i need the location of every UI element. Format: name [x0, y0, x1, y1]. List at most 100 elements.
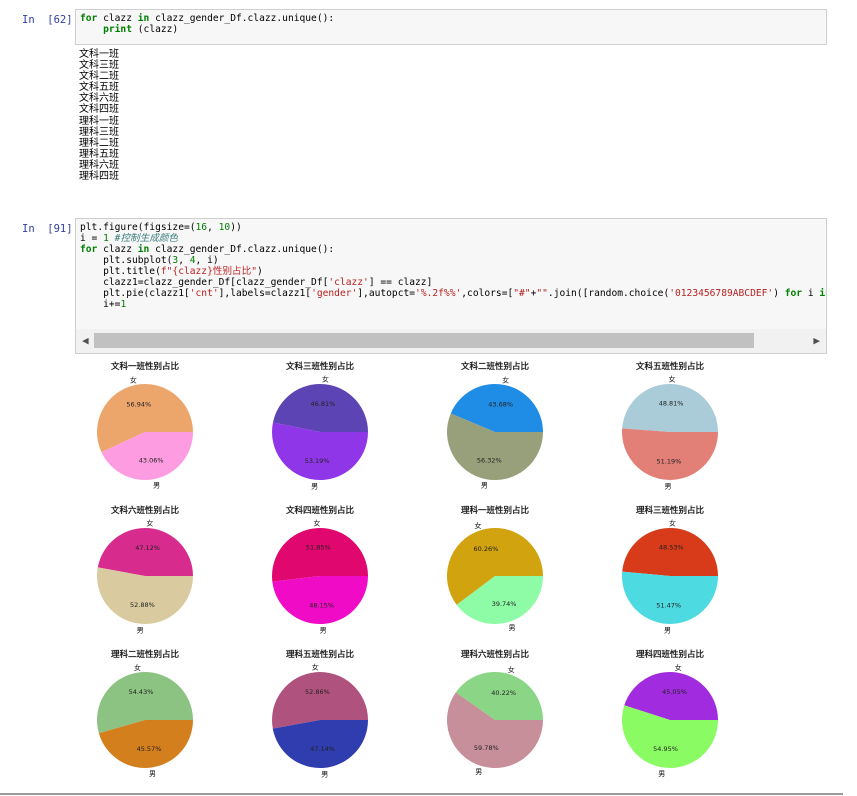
- code-token: ): [257, 266, 263, 277]
- pie-category-label: 男: [475, 768, 482, 776]
- pie-category-label: 女: [130, 376, 137, 385]
- pie-category-label: 男: [665, 483, 672, 491]
- code-token: for: [784, 288, 803, 299]
- code-token: in: [819, 288, 826, 299]
- code-line: for clazz in clazz_gender_Df.clazz.uniqu…: [80, 244, 822, 255]
- pie-slice: [97, 527, 194, 576]
- pie-category-label: 男: [153, 482, 160, 490]
- pie-percent-label: 51.85%: [306, 544, 331, 552]
- pie-category-label: 女: [146, 519, 153, 528]
- pie-percent-label: 60.26%: [474, 545, 499, 553]
- scrollbar-thumb[interactable]: [94, 333, 754, 348]
- pie-percent-label: 45.57%: [137, 745, 162, 753]
- pie-category-label: 男: [321, 771, 328, 779]
- pie-percent-label: 53.19%: [305, 457, 330, 465]
- pie-title: 文科二班性别占比: [461, 361, 530, 372]
- output-line: 文科六班: [79, 93, 119, 105]
- code-token: in: [137, 244, 150, 255]
- pie-percent-label: 47.12%: [135, 544, 160, 552]
- pie-category-label: 女: [502, 375, 509, 384]
- pie-chart: 理科六班性别占比 40.22% 女 59.78% 男: [447, 649, 543, 776]
- code-editor[interactable]: plt.figure(figsize=(16, 10)) i = 1 #控制生成颜…: [76, 219, 826, 313]
- code-token: i+=: [80, 299, 121, 310]
- pie-chart: 理科三班性别占比 48.53% 女 51.47% 男: [622, 505, 718, 635]
- code-token: 10: [218, 222, 231, 233]
- pie-category-label: 男: [658, 770, 665, 778]
- pie-category-label: 女: [313, 518, 320, 527]
- scroll-left-icon[interactable]: ◀: [82, 334, 89, 347]
- code-line: plt.title(f"{clazz}性别占比"): [80, 266, 822, 277]
- pie-percent-label: 51.19%: [657, 457, 682, 465]
- code-cell-91[interactable]: plt.figure(figsize=(16, 10)) i = 1 #控制生成颜…: [75, 218, 827, 331]
- pie-slice: [272, 383, 368, 432]
- output-line: 理科五班: [79, 148, 119, 160]
- pie-category-label: 男: [509, 624, 516, 632]
- code-token: )): [230, 222, 242, 233]
- pie-chart-figure: 文科一班性别占比 56.94% 女 43.06% 男 文科三班性别占比 46.81% 女 53.…: [96, 361, 719, 779]
- pie-category-label: 女: [669, 374, 676, 383]
- pie-chart: 文科六班性别占比 47.12% 女 52.88% 男: [97, 505, 194, 635]
- pie-slice: [622, 527, 718, 576]
- code-token: plt.subplot(: [80, 255, 173, 266]
- code-token: plt.figure(figsize=(: [80, 222, 196, 233]
- code-token: , i): [195, 255, 219, 266]
- pie-category-label: 男: [137, 627, 144, 635]
- pie-chart: 理科五班性别占比 52.86% 女 47.14% 男: [272, 649, 368, 779]
- pie-percent-label: 43.68%: [488, 400, 513, 408]
- scroll-right-icon[interactable]: ▶: [813, 334, 820, 347]
- pie-chart: 理科一班性别占比 60.26% 女 39.74% 男: [447, 505, 543, 632]
- code-line: plt.subplot(3, 4, i): [80, 255, 822, 266]
- pie-title: 文科六班性别占比: [111, 505, 180, 516]
- pie-title: 理科三班性别占比: [636, 505, 705, 516]
- pie-chart: 文科四班性别占比 51.85% 女 48.15% 男: [272, 505, 368, 635]
- code-token: i: [802, 288, 820, 299]
- code-token: ): [773, 288, 785, 299]
- pie-percent-label: 40.22%: [491, 689, 516, 697]
- code-token: 'gender': [311, 288, 358, 299]
- pie-chart: 理科四班性别占比 45.05% 女 54.95% 男: [622, 649, 718, 778]
- code-line: clazz1=clazz_gender_Df[clazz_gender_Df['…: [80, 277, 822, 288]
- code-line: i = 1 #控制生成颜色: [80, 233, 822, 244]
- code-token: plt.title(: [80, 266, 161, 277]
- pie-category-label: 男: [149, 770, 156, 778]
- cell-prompt-91: In [91]:: [22, 223, 79, 235]
- code-cell-62[interactable]: for clazz in clazz_gender_Df.clazz.uniqu…: [75, 9, 827, 45]
- pie-category-label: 男: [664, 627, 671, 635]
- code-token: '%.2f%%': [415, 288, 462, 299]
- code-token: for: [80, 13, 98, 24]
- horizontal-scrollbar[interactable]: ◀ ▶: [75, 329, 827, 354]
- pie-title: 理科五班性别占比: [286, 649, 355, 660]
- pie-percent-label: 52.86%: [305, 688, 330, 696]
- pie-percent-label: 56.32%: [477, 457, 502, 465]
- pie-title: 文科五班性别占比: [636, 361, 705, 372]
- pie-title: 理科四班性别占比: [636, 649, 705, 660]
- code-token: clazz: [97, 13, 138, 24]
- output-line: 理科一班: [79, 115, 119, 127]
- pie-title: 文科四班性别占比: [286, 505, 355, 516]
- code-token: .join([random.choice(: [547, 288, 670, 299]
- pie-slice: [272, 576, 368, 625]
- output-line: 理科六班: [79, 159, 119, 171]
- vertical-scrollbar[interactable]: [843, 0, 857, 796]
- cell-prompt-62: In [62]:: [22, 14, 79, 26]
- code-token: in: [137, 13, 150, 24]
- output-line: 理科三班: [79, 126, 119, 138]
- code-token: 'cnt': [189, 288, 219, 299]
- pie-title: 理科一班性别占比: [461, 505, 530, 516]
- output-line: 文科三班: [79, 60, 119, 72]
- pie-percent-label: 59.78%: [474, 744, 499, 752]
- pie-category-label: 女: [134, 663, 141, 672]
- code-token: "#": [513, 288, 531, 299]
- code-editor[interactable]: for clazz in clazz_gender_Df.clazz.uniqu…: [76, 10, 826, 38]
- pie-percent-label: 48.81%: [659, 400, 684, 408]
- cell-output-62: 文科一班 文科三班 文科二班 文科五班 文科六班 文科四班 理科一班 理科三班 理科二班 理科五班…: [79, 49, 119, 182]
- code-token: i =: [80, 233, 104, 244]
- code-token: 1: [120, 299, 127, 310]
- code-token: ],autopct=: [357, 288, 416, 299]
- pie-percent-label: 48.15%: [309, 601, 334, 609]
- pie-slice: [272, 528, 368, 582]
- pie-category-label: 女: [669, 518, 676, 527]
- output-line: 理科四班: [79, 171, 119, 183]
- code-token: 16: [195, 222, 208, 233]
